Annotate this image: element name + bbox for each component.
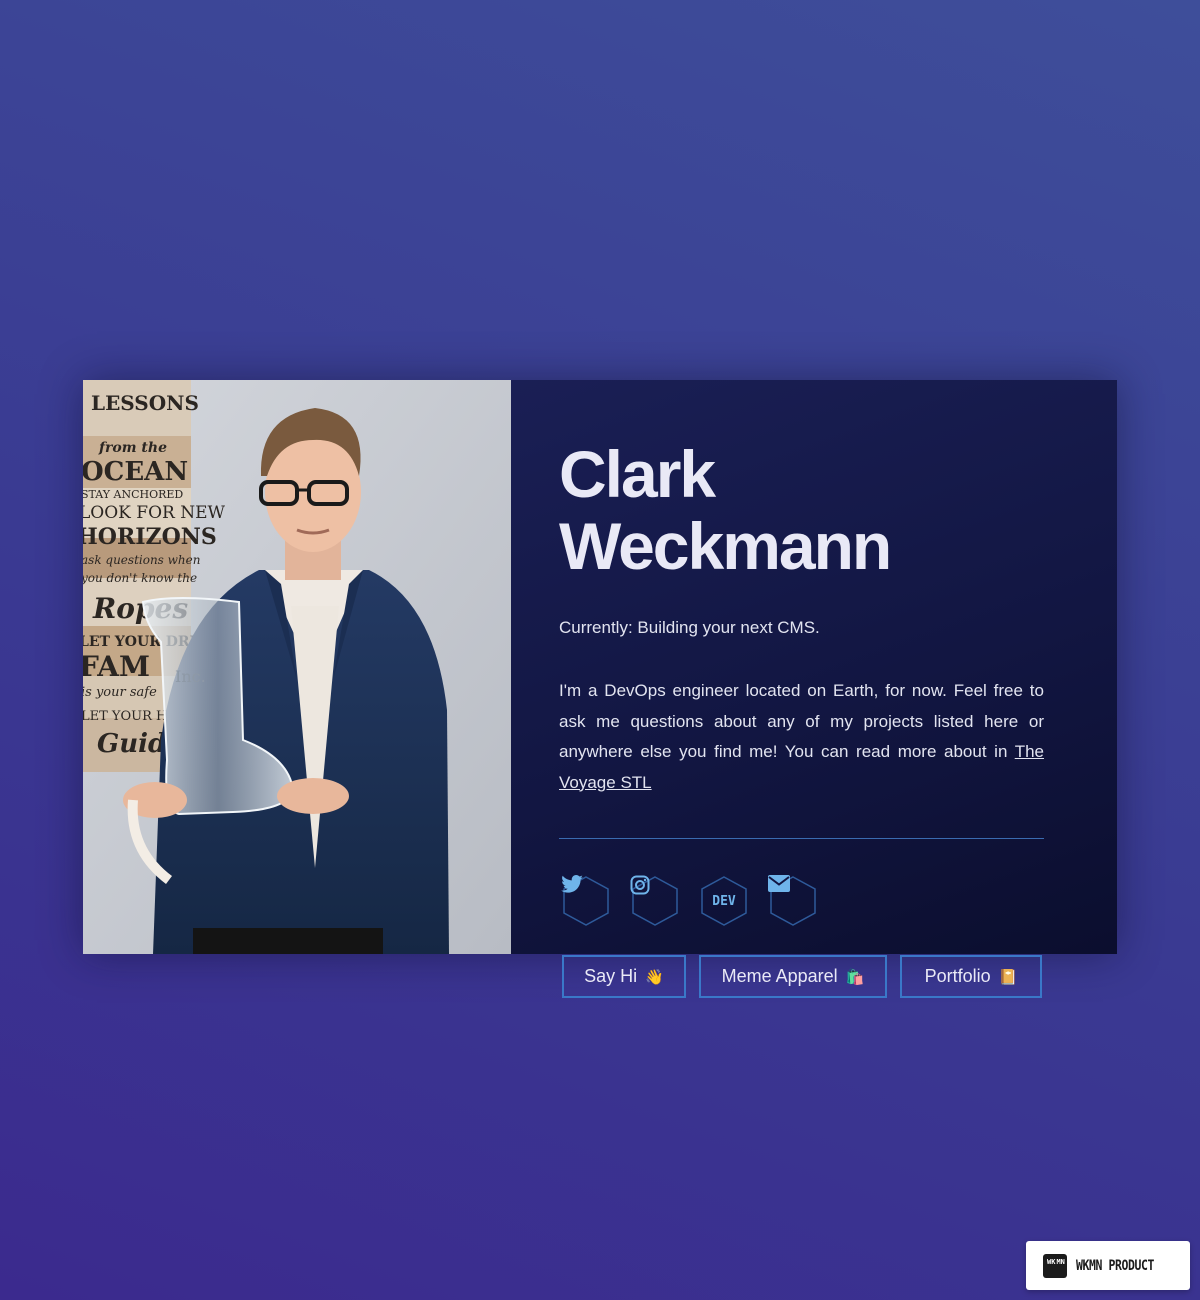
- sign-text: from the: [98, 440, 167, 456]
- sign-text: you don't know the: [83, 571, 197, 585]
- say-hi-button[interactable]: Say Hi 👋: [562, 955, 686, 998]
- sign-text: HORIZONS: [83, 524, 217, 550]
- status-text: Currently: Building your next CMS.: [559, 618, 820, 637]
- waving-hand-icon: 👋: [645, 968, 664, 986]
- action-buttons: Say Hi 👋 Meme Apparel 🛍️ Portfolio 📔: [559, 955, 1045, 998]
- logo-letters-top: WK: [1047, 1257, 1056, 1266]
- divider: [559, 838, 1044, 839]
- twitter-link[interactable]: [561, 875, 611, 927]
- wkmn-product-badge[interactable]: WK MN WKMN PRODUCT: [1026, 1241, 1190, 1290]
- dev-link[interactable]: DEV: [699, 875, 749, 927]
- badge-label: WKMN PRODUCT: [1076, 1257, 1155, 1274]
- sign-text: FAM: [83, 650, 150, 683]
- say-hi-label: Say Hi: [584, 966, 638, 986]
- bio-body: I'm a DevOps engineer located on Earth, …: [559, 681, 1044, 761]
- twitter-icon: [561, 875, 583, 893]
- profile-photo: LESSONS from the OCEAN STAY ANCHORED LOO…: [83, 380, 511, 954]
- profile-info: Clark Weckmann Currently: Building your …: [511, 380, 1117, 998]
- email-link[interactable]: [768, 875, 818, 927]
- dev-icon: DEV: [712, 893, 736, 909]
- sign-text: OCEAN: [83, 457, 188, 487]
- meme-apparel-label: Meme Apparel: [721, 966, 838, 986]
- trophy-text: Inc.: [175, 667, 206, 686]
- bio-text: I'm a DevOps engineer located on Earth, …: [559, 676, 1044, 798]
- sign-text: LESSONS: [91, 391, 199, 415]
- instagram-icon: [630, 875, 650, 895]
- profile-name: Clark Weckmann: [559, 437, 892, 583]
- sign-text: is your safe: [83, 685, 157, 700]
- email-icon: [768, 875, 790, 892]
- sign-text: ask questions when: [83, 553, 200, 567]
- meme-apparel-button[interactable]: Meme Apparel 🛍️: [699, 955, 887, 998]
- sign-text: STAY ANCHORED: [83, 488, 183, 501]
- profile-card: LESSONS from the OCEAN STAY ANCHORED LOO…: [83, 380, 1117, 998]
- social-links: DEV: [559, 875, 1045, 927]
- notebook-icon: 📔: [998, 968, 1018, 986]
- portfolio-label: Portfolio: [924, 966, 991, 986]
- logo-letters-bottom: MN: [1056, 1257, 1065, 1266]
- wkmn-logo-icon: WK MN: [1043, 1253, 1067, 1278]
- sign-text: LOOK FOR NEW: [83, 503, 225, 523]
- portfolio-button[interactable]: Portfolio 📔: [900, 955, 1042, 998]
- shopping-bags-icon: 🛍️: [845, 968, 865, 986]
- instagram-link[interactable]: [630, 875, 680, 927]
